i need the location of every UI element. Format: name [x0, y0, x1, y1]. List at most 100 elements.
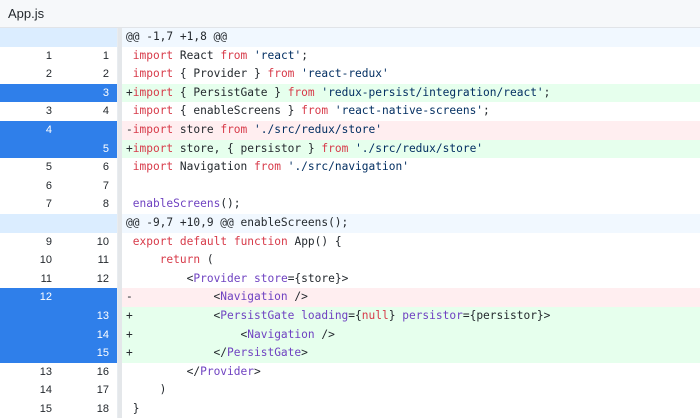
context-line-row: 34 import { enableScreens } from 'react-… [0, 102, 700, 121]
code-token: from [220, 48, 248, 62]
old-line-number[interactable]: 7 [0, 195, 60, 214]
new-line-number[interactable]: 15 [60, 344, 118, 363]
code-token: ; [543, 85, 551, 99]
new-line-number[interactable]: 11 [60, 251, 118, 270]
code-token: ) [126, 383, 167, 397]
new-line-number[interactable]: 18 [60, 399, 118, 419]
new-line-number[interactable]: 13 [60, 306, 118, 326]
code-token: - [126, 122, 133, 136]
context-line-row: 11 import React from 'react'; [0, 46, 700, 66]
new-line-number[interactable]: 17 [60, 381, 118, 400]
old-line-number[interactable] [0, 325, 60, 345]
code-token: { Provider } [173, 67, 268, 81]
new-line-number[interactable] [60, 288, 118, 307]
old-line-number[interactable] [0, 28, 60, 47]
code-token: PersistGate [220, 308, 295, 322]
old-line-number[interactable]: 6 [0, 177, 60, 196]
old-line-number[interactable] [0, 213, 60, 233]
old-line-number[interactable]: 4 [0, 120, 60, 140]
old-line-number[interactable]: 15 [0, 400, 60, 419]
old-line-number[interactable]: 9 [0, 233, 60, 252]
old-line-number[interactable] [0, 306, 60, 326]
code-token: 'react-native-screens' [334, 104, 484, 118]
new-line-number[interactable]: 6 [60, 158, 118, 177]
code-token: @@ -1,7 +1,8 @@ [126, 30, 228, 43]
new-line-number[interactable] [60, 120, 118, 140]
old-line-number[interactable]: 2 [0, 65, 60, 84]
new-line-number[interactable]: 14 [60, 325, 118, 345]
diff-table: @@ -1,7 +1,8 @@ 1 1 import React from 'rea… [0, 28, 700, 419]
new-line-number[interactable]: 5 [60, 139, 118, 159]
code-token: import [132, 104, 174, 118]
new-line-number[interactable]: 3 [60, 83, 118, 103]
code-token: (); [220, 197, 241, 211]
file-header: App.js [0, 0, 700, 28]
code-line: + </PersistGate> [122, 344, 700, 363]
old-line-number[interactable]: 14 [0, 381, 60, 400]
new-line-number[interactable] [60, 213, 118, 233]
code-token: import [132, 141, 174, 155]
new-line-number[interactable] [60, 28, 118, 47]
code-token: < [126, 271, 194, 285]
code-token: + [126, 85, 133, 99]
code-token: </ [126, 364, 201, 378]
added-line-row: 3 +import { PersistGate } from 'redux-per… [0, 83, 700, 103]
context-line-row: 67 [0, 176, 700, 196]
code-line: +import store, { persistor } from './src… [122, 139, 700, 159]
context-line-row: 56 import Navigation from './src/navigat… [0, 158, 700, 177]
deleted-line-row: 12 - <Navigation /> [0, 288, 700, 307]
code-token: from [254, 160, 281, 174]
code-line: +import { PersistGate } from 'redux-pers… [122, 83, 700, 103]
new-line-number[interactable]: 4 [60, 102, 118, 121]
code-token: import [132, 160, 174, 174]
deleted-line-row: 4 -import store from './src/redux/store' [0, 120, 700, 140]
code-token: './src/navigation' [287, 160, 409, 174]
old-line-number[interactable]: 12 [0, 288, 60, 307]
old-line-number[interactable]: 13 [0, 363, 60, 382]
new-line-number[interactable]: 12 [60, 269, 118, 289]
code-token: > [253, 364, 261, 378]
old-line-number[interactable] [0, 344, 60, 363]
new-line-number[interactable]: 7 [60, 176, 118, 196]
new-line-number[interactable]: 16 [60, 362, 118, 382]
code-token: 'react-redux' [301, 67, 389, 81]
old-line-number[interactable] [0, 139, 60, 159]
code-token: from [287, 85, 315, 99]
code-token: from [321, 141, 349, 155]
old-line-number[interactable]: 5 [0, 158, 60, 177]
code-line: </Provider> [122, 363, 700, 382]
new-line-number[interactable]: 10 [60, 232, 118, 252]
old-line-number[interactable]: 3 [0, 102, 60, 121]
code-token: import [132, 85, 174, 99]
code-token: + [126, 141, 133, 155]
code-token: './src/redux/store' [355, 141, 484, 155]
code-token: > [301, 346, 308, 360]
old-line-number[interactable]: 10 [0, 251, 60, 270]
code-token: from [267, 67, 295, 81]
old-line-number[interactable] [0, 83, 60, 103]
code-token: './src/redux/store' [254, 122, 383, 136]
old-line-number[interactable]: 11 [0, 270, 60, 289]
code-line: + <Navigation /> [122, 325, 700, 345]
code-line: export default function App() { [122, 233, 700, 252]
code-token: from [301, 104, 329, 118]
new-line-number[interactable]: 1 [60, 46, 118, 66]
context-line-row: 13 16 </Provider> [0, 362, 700, 382]
new-line-number[interactable]: 2 [60, 65, 118, 84]
code-token: ={ [348, 308, 362, 322]
file-name[interactable]: App.js [8, 6, 44, 21]
code-token: ; [483, 104, 490, 118]
code-token: 'redux-persist/integration/react' [321, 85, 544, 99]
old-line-number[interactable]: 1 [0, 47, 60, 66]
context-line-row: 15 18 } [0, 399, 700, 419]
code-token: store, { persistor } [173, 141, 322, 155]
code-token: /> [314, 327, 335, 341]
code-token: import [132, 122, 174, 136]
new-line-number[interactable]: 8 [60, 195, 118, 214]
